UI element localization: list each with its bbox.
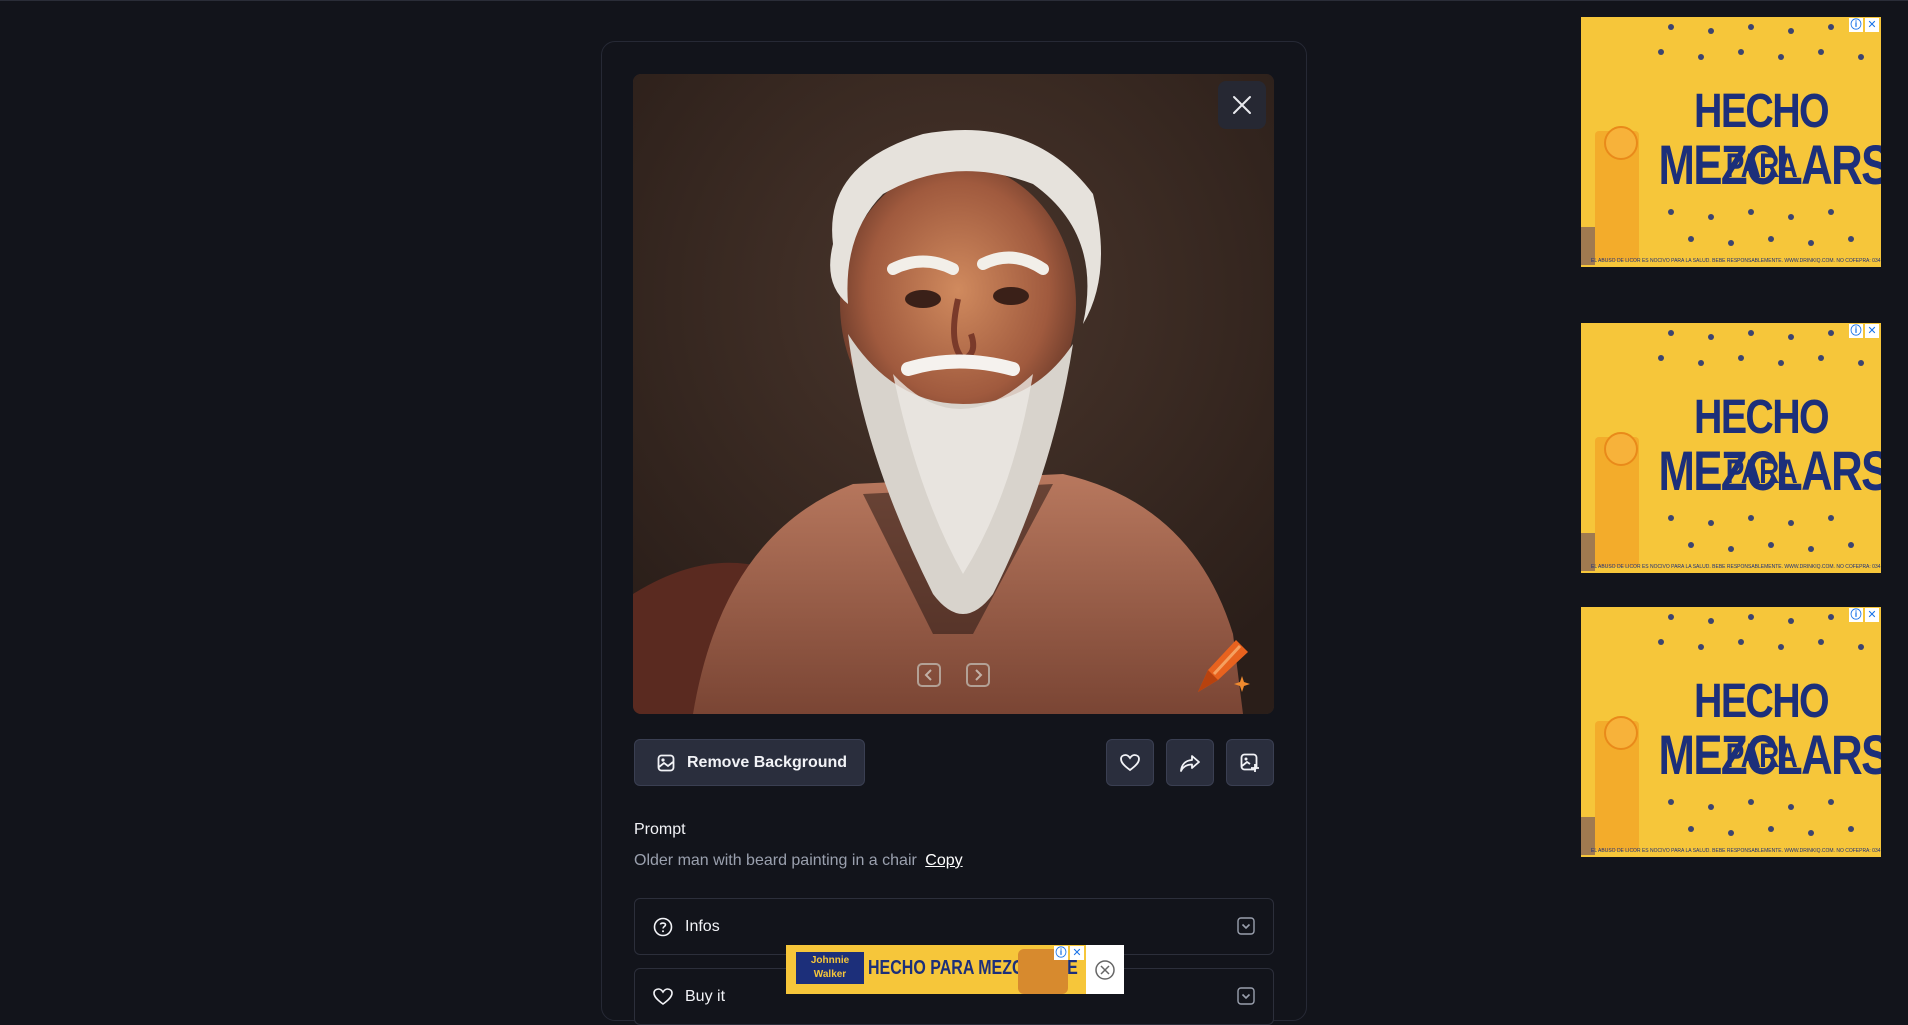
ad-brand-logo: Johnnie Walker BLONDE xyxy=(796,952,864,994)
drink-glass-icon xyxy=(1581,432,1639,571)
ad-info-icon[interactable]: ⓘ xyxy=(1849,18,1863,32)
question-circle-icon xyxy=(653,917,673,936)
ad-info-icon[interactable]: ⓘ xyxy=(1849,608,1863,622)
copy-prompt-link[interactable]: Copy xyxy=(925,852,962,869)
crayon-logo-icon xyxy=(1198,640,1250,692)
create-variation-button[interactable] xyxy=(1226,739,1274,786)
ad-controls: ⓘ ✕ xyxy=(1849,18,1879,32)
ad-headline-secondary: MEZCLARSE xyxy=(1658,439,1882,502)
close-icon xyxy=(1233,96,1251,114)
ad-headline-secondary: MEZCLARSE xyxy=(1658,133,1882,196)
prompt-text: Older man with beard painting in a chair… xyxy=(634,852,963,870)
sidebar-ad-3[interactable]: HECHO PARA MEZCLARSE EL ABUSO DE LICOR E… xyxy=(1581,607,1881,857)
generated-image[interactable] xyxy=(633,74,1274,714)
ad-close-icon[interactable]: ✕ xyxy=(1865,608,1879,622)
ad-controls: ⓘ ✕ xyxy=(1849,324,1879,338)
share-icon xyxy=(1180,754,1200,772)
drink-glass-icon xyxy=(1581,126,1639,265)
sidebar-ad-1[interactable]: HECHO PARA MEZCLARSE EL ABUSO DE LICOR E… xyxy=(1581,17,1881,267)
chevron-down-icon xyxy=(1237,917,1255,935)
ad-close-icon[interactable]: ✕ xyxy=(1865,324,1879,338)
ad-controls: ⓘ ✕ xyxy=(1054,946,1084,960)
share-button[interactable] xyxy=(1166,739,1214,786)
ad-headline-secondary: MEZCLARSE xyxy=(1658,723,1882,786)
chevron-right-icon xyxy=(975,669,983,681)
ad-controls: ⓘ ✕ xyxy=(1849,608,1879,622)
ad-disclaimer: EL ABUSO DE LICOR ES NOCIVO PARA LA SALU… xyxy=(1591,564,1881,570)
infos-accordion-label: Infos xyxy=(685,917,720,935)
buy-it-accordion-label: Buy it xyxy=(685,987,726,1005)
portrait-illustration xyxy=(633,74,1274,714)
chevron-down-icon xyxy=(1237,987,1255,1005)
next-image-button[interactable] xyxy=(966,663,990,687)
ad-info-icon[interactable]: ⓘ xyxy=(1849,324,1863,338)
remove-background-button[interactable]: Remove Background xyxy=(634,739,865,786)
prompt-label: Prompt xyxy=(634,821,686,838)
bottom-banner-ad[interactable]: Johnnie Walker BLONDE HECHO PARA MEZCLAR… xyxy=(786,945,1086,994)
ad-close-icon[interactable]: ✕ xyxy=(1865,18,1879,32)
ad-disclaimer: EL ABUSO DE LICOR ES NOCIVO PARA LA SALU… xyxy=(1591,848,1881,854)
image-add-icon xyxy=(1240,753,1259,772)
ad-disclaimer: EL ABUSO DE LICOR ES NOCIVO PARA LA SALU… xyxy=(1591,258,1881,264)
prompt-value: Older man with beard painting in a chair xyxy=(634,852,917,869)
close-circle-icon xyxy=(1095,959,1115,980)
ad-info-icon[interactable]: ⓘ xyxy=(1054,946,1068,960)
chevron-left-icon xyxy=(924,669,932,681)
remove-background-label: Remove Background xyxy=(687,753,848,771)
heart-icon xyxy=(1120,753,1140,771)
drink-glass-icon xyxy=(1581,716,1639,855)
heart-icon xyxy=(653,987,673,1005)
image-icon xyxy=(657,754,675,771)
top-border xyxy=(0,0,1908,1)
close-button[interactable] xyxy=(1218,81,1266,129)
ad-close-icon[interactable]: ✕ xyxy=(1070,946,1084,960)
close-bottom-ad-button[interactable] xyxy=(1086,945,1124,994)
sidebar-ad-2[interactable]: HECHO PARA MEZCLARSE EL ABUSO DE LICOR E… xyxy=(1581,323,1881,573)
previous-image-button[interactable] xyxy=(917,663,941,687)
favorite-button[interactable] xyxy=(1106,739,1154,786)
